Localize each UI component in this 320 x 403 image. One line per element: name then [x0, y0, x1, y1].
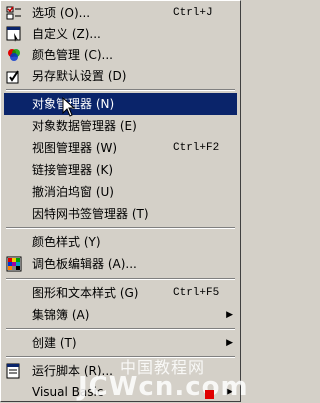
menu-item-label: 链接管理器 (K)	[32, 163, 114, 177]
menu-item-label: 自定义 (Z)...	[32, 27, 101, 41]
submenu-arrow-icon: ▶	[226, 338, 233, 348]
menu-separator	[6, 356, 235, 358]
menu-item-label: 图形和文本样式 (G)	[32, 286, 139, 300]
menu-item-customize[interactable]: 自定义 (Z)...	[4, 23, 237, 45]
menu-item-view-manager[interactable]: 视图管理器 (W) Ctrl+F2	[4, 137, 237, 159]
checklist-icon	[6, 6, 21, 20]
menu-separator	[6, 278, 235, 280]
menu-item-label: 选项 (O)...	[32, 6, 91, 20]
menu-item-options[interactable]: 选项 (O)... Ctrl+J	[4, 2, 237, 24]
menu-item-internet-bookmark-manager[interactable]: 因特网书签管理器 (T)	[4, 203, 237, 225]
script-icon	[6, 363, 20, 379]
menu-item-shortcut: Ctrl+F2	[173, 142, 220, 154]
menu-item-label: Visual Basic	[32, 385, 104, 399]
menu-separator	[6, 328, 235, 330]
menu-item-label: 因特网书签管理器 (T)	[32, 207, 149, 221]
color-wheel-icon	[8, 49, 20, 61]
menu-item-label: 对象数据管理器 (E)	[32, 119, 137, 133]
menu-item-run-script[interactable]: 运行脚本 (R)...	[4, 360, 237, 382]
menu-item-label: 另存默认设置 (D)	[32, 69, 127, 83]
customize-icon	[6, 26, 21, 42]
menu-item-save-defaults[interactable]: 另存默认设置 (D)	[4, 65, 237, 87]
menu-separator	[6, 89, 235, 91]
menu-item-label: 撤消泊坞窗 (U)	[32, 185, 114, 199]
menu-item-link-manager[interactable]: 链接管理器 (K)	[4, 159, 237, 181]
save-defaults-icon	[6, 70, 19, 84]
menu-item-shortcut: Ctrl+J	[173, 7, 213, 19]
menu-item-color-styles[interactable]: 颜色样式 (Y)	[4, 231, 237, 253]
submenu-arrow-icon: ▶	[226, 387, 233, 397]
menu-item-palette-editor[interactable]: 调色板编辑器 (A)...	[4, 253, 237, 275]
mouse-cursor-icon	[62, 97, 76, 117]
tools-menu: 选项 (O)... Ctrl+J 自定义 (Z)... 颜色管理 (C)... …	[0, 0, 241, 402]
menu-item-label: 颜色管理 (C)...	[32, 48, 114, 62]
menu-item-label: 集锦簿 (A)	[32, 308, 90, 322]
menu-item-visual-basic[interactable]: Visual Basic ▶	[4, 381, 237, 403]
menu-item-graphic-text-styles[interactable]: 图形和文本样式 (G) Ctrl+F5	[4, 282, 237, 304]
menu-item-color-management[interactable]: 颜色管理 (C)...	[4, 44, 237, 66]
menu-item-label: 调色板编辑器 (A)...	[32, 257, 137, 271]
menu-item-undo-docker[interactable]: 撤消泊坞窗 (U)	[4, 181, 237, 203]
menu-item-label: 运行脚本 (R)...	[32, 364, 113, 378]
menu-item-object-manager[interactable]: 对象管理器 (N)	[4, 93, 237, 115]
menu-item-scrapbook[interactable]: 集锦簿 (A) ▶	[4, 304, 237, 326]
palette-editor-icon	[6, 256, 22, 272]
menu-item-label: 创建 (T)	[32, 336, 77, 350]
submenu-arrow-icon: ▶	[226, 310, 233, 320]
menu-item-label: 视图管理器 (W)	[32, 141, 118, 155]
menu-item-label: 颜色样式 (Y)	[32, 235, 101, 249]
menu-item-shortcut: Ctrl+F5	[173, 287, 220, 299]
menu-separator	[6, 227, 235, 229]
menu-item-create[interactable]: 创建 (T) ▶	[4, 332, 237, 354]
menu-item-object-data-manager[interactable]: 对象数据管理器 (E)	[4, 115, 237, 137]
